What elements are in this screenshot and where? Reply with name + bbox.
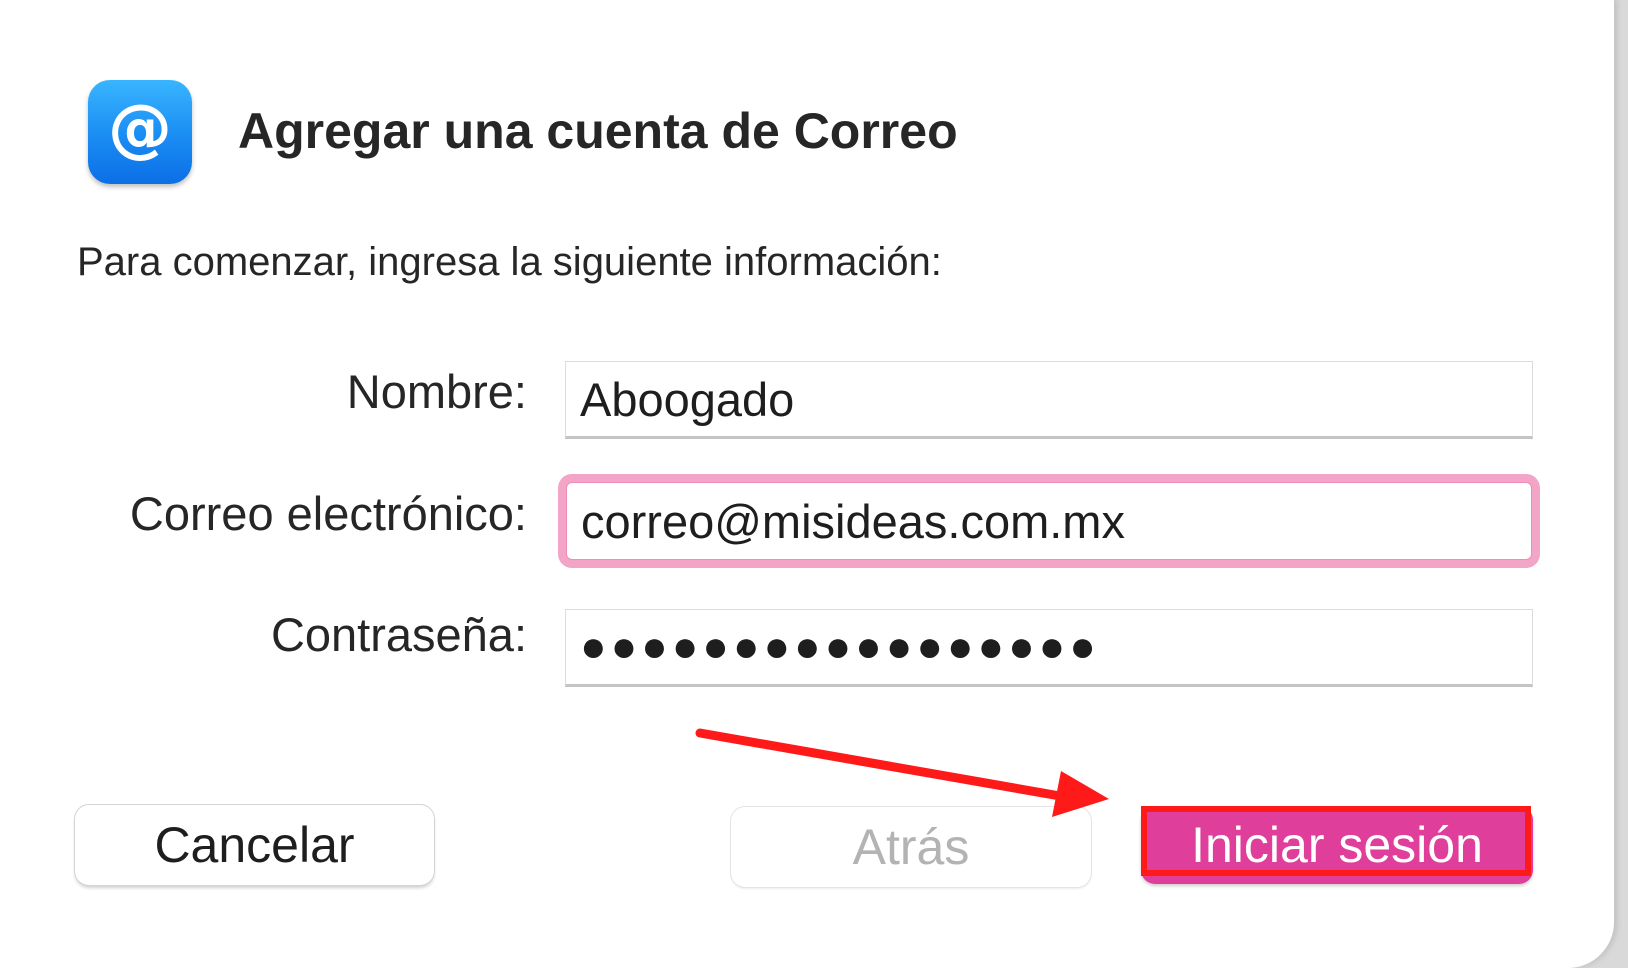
dialog-title: Agregar una cuenta de Correo bbox=[238, 103, 958, 159]
email-field-value: correo@misideas.com.mx bbox=[581, 494, 1125, 548]
name-field-value: Aboogado bbox=[580, 372, 795, 426]
add-mail-account-dialog: @ Agregar una cuenta de Correo Para come… bbox=[0, 0, 1614, 968]
back-button[interactable]: Atrás bbox=[731, 807, 1091, 887]
password-field[interactable]: ●●●●●●●●●●●●●●●●● bbox=[565, 609, 1533, 687]
name-field[interactable]: Aboogado bbox=[565, 361, 1533, 439]
dialog-subtitle: Para comenzar, ingresa la siguiente info… bbox=[77, 240, 942, 284]
name-label: Nombre: bbox=[346, 365, 527, 418]
sign-in-button[interactable]: Iniciar sesión bbox=[1141, 806, 1533, 884]
svg-text:@: @ bbox=[108, 92, 172, 166]
email-field[interactable]: correo@misideas.com.mx bbox=[566, 482, 1532, 560]
cancel-button[interactable]: Cancelar bbox=[75, 805, 434, 885]
email-label: Correo electrónico: bbox=[129, 487, 527, 540]
at-sign-icon: @ bbox=[88, 80, 192, 184]
password-label: Contraseña: bbox=[270, 608, 527, 661]
password-field-value: ●●●●●●●●●●●●●●●●● bbox=[580, 622, 1100, 671]
